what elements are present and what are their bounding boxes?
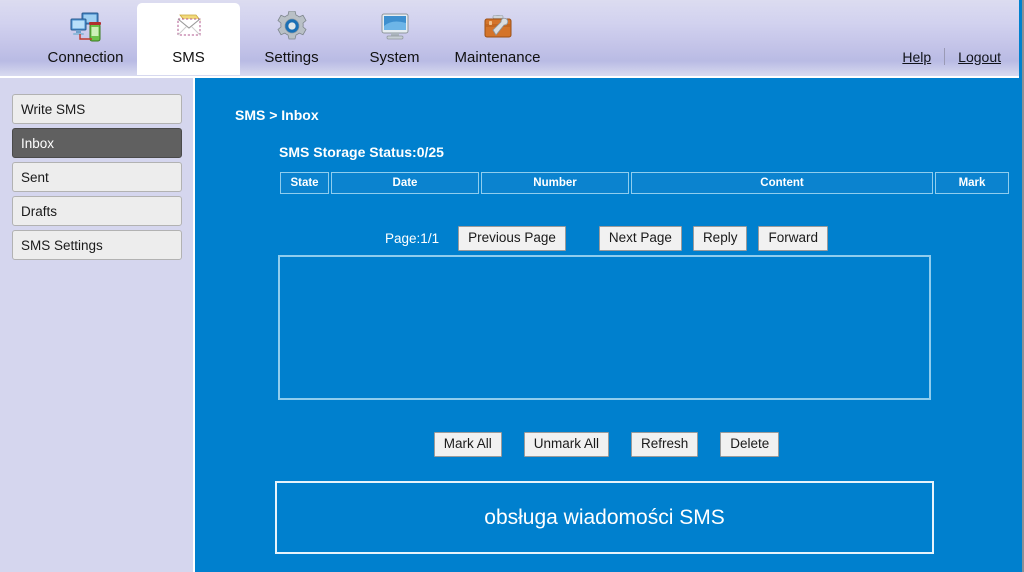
breadcrumb: SMS > Inbox xyxy=(235,107,319,123)
tab-label: Maintenance xyxy=(454,49,541,66)
sidebar-item-write-sms[interactable]: Write SMS xyxy=(12,94,182,124)
refresh-button[interactable]: Refresh xyxy=(630,432,699,457)
router-web-ui: Connection SMS Settings System Maintenan… xyxy=(0,0,1024,572)
column-header-content[interactable]: Content xyxy=(631,172,933,194)
tab-connection[interactable]: Connection xyxy=(34,3,137,75)
sidebar-item-label: SMS Settings xyxy=(21,237,103,253)
main-content: SMS > Inbox SMS Storage Status:0/25 Stat… xyxy=(197,78,1022,572)
network-computers-icon xyxy=(68,9,104,45)
sidebar-item-inbox[interactable]: Inbox xyxy=(12,128,182,158)
sidebar-item-drafts[interactable]: Drafts xyxy=(12,196,182,226)
forward-button[interactable]: Forward xyxy=(758,226,828,251)
tab-label: System xyxy=(369,49,420,66)
top-navigation-bar: Connection SMS Settings System Maintenan… xyxy=(0,0,1019,78)
sidebar-item-sms-settings[interactable]: SMS Settings xyxy=(12,230,182,260)
sidebar-item-label: Inbox xyxy=(21,135,55,151)
logout-link[interactable]: Logout xyxy=(958,49,1001,65)
column-header-mark[interactable]: Mark xyxy=(935,172,1009,194)
tab-system[interactable]: System xyxy=(343,3,446,75)
column-header-state[interactable]: State xyxy=(280,172,329,194)
notice-text: obsługa wiadomości SMS xyxy=(484,505,725,529)
tab-sms[interactable]: SMS xyxy=(137,3,240,75)
message-list-area[interactable] xyxy=(278,255,931,400)
previous-page-button[interactable]: Previous Page xyxy=(458,226,566,251)
help-link[interactable]: Help xyxy=(902,49,931,65)
header-link-group: Help Logout xyxy=(902,48,1001,65)
pagination-bar: Page:1/1 Previous Page Next Page Reply F… xyxy=(278,226,935,251)
sidebar-item-label: Drafts xyxy=(21,203,58,219)
sms-storage-status: SMS Storage Status:0/25 xyxy=(279,144,444,160)
unmark-all-button[interactable]: Unmark All xyxy=(523,432,609,457)
delete-button[interactable]: Delete xyxy=(720,432,780,457)
column-header-date[interactable]: Date xyxy=(331,172,479,194)
envelope-icon xyxy=(170,9,208,45)
sidebar-menu: Write SMS Inbox Sent Drafts SMS Settings xyxy=(0,78,195,572)
tab-label: Settings xyxy=(264,49,319,66)
gear-icon xyxy=(274,9,310,45)
sidebar-item-label: Sent xyxy=(21,169,49,185)
tab-label: SMS xyxy=(172,49,205,66)
message-table: State Date Number Content Mark xyxy=(278,172,1011,194)
reply-button[interactable]: Reply xyxy=(692,226,748,251)
notice-banner: obsługa wiadomości SMS xyxy=(275,481,934,554)
action-button-bar: Mark All Unmark All Refresh Delete xyxy=(278,432,935,457)
link-divider xyxy=(944,48,946,65)
page-indicator: Page:1/1 xyxy=(385,230,440,246)
toolbox-wrench-icon xyxy=(480,9,516,45)
tab-maintenance[interactable]: Maintenance xyxy=(446,3,549,75)
next-page-button[interactable]: Next Page xyxy=(598,226,682,251)
column-header-number[interactable]: Number xyxy=(481,172,629,194)
main-tab-list: Connection SMS Settings System Maintenan… xyxy=(34,0,549,78)
mark-all-button[interactable]: Mark All xyxy=(433,432,502,457)
tab-settings[interactable]: Settings xyxy=(240,3,343,75)
table-header-row: State Date Number Content Mark xyxy=(280,172,1009,194)
tab-label: Connection xyxy=(47,49,124,66)
sidebar-item-label: Write SMS xyxy=(21,101,86,117)
monitor-icon xyxy=(377,9,413,45)
sidebar-item-sent[interactable]: Sent xyxy=(12,162,182,192)
